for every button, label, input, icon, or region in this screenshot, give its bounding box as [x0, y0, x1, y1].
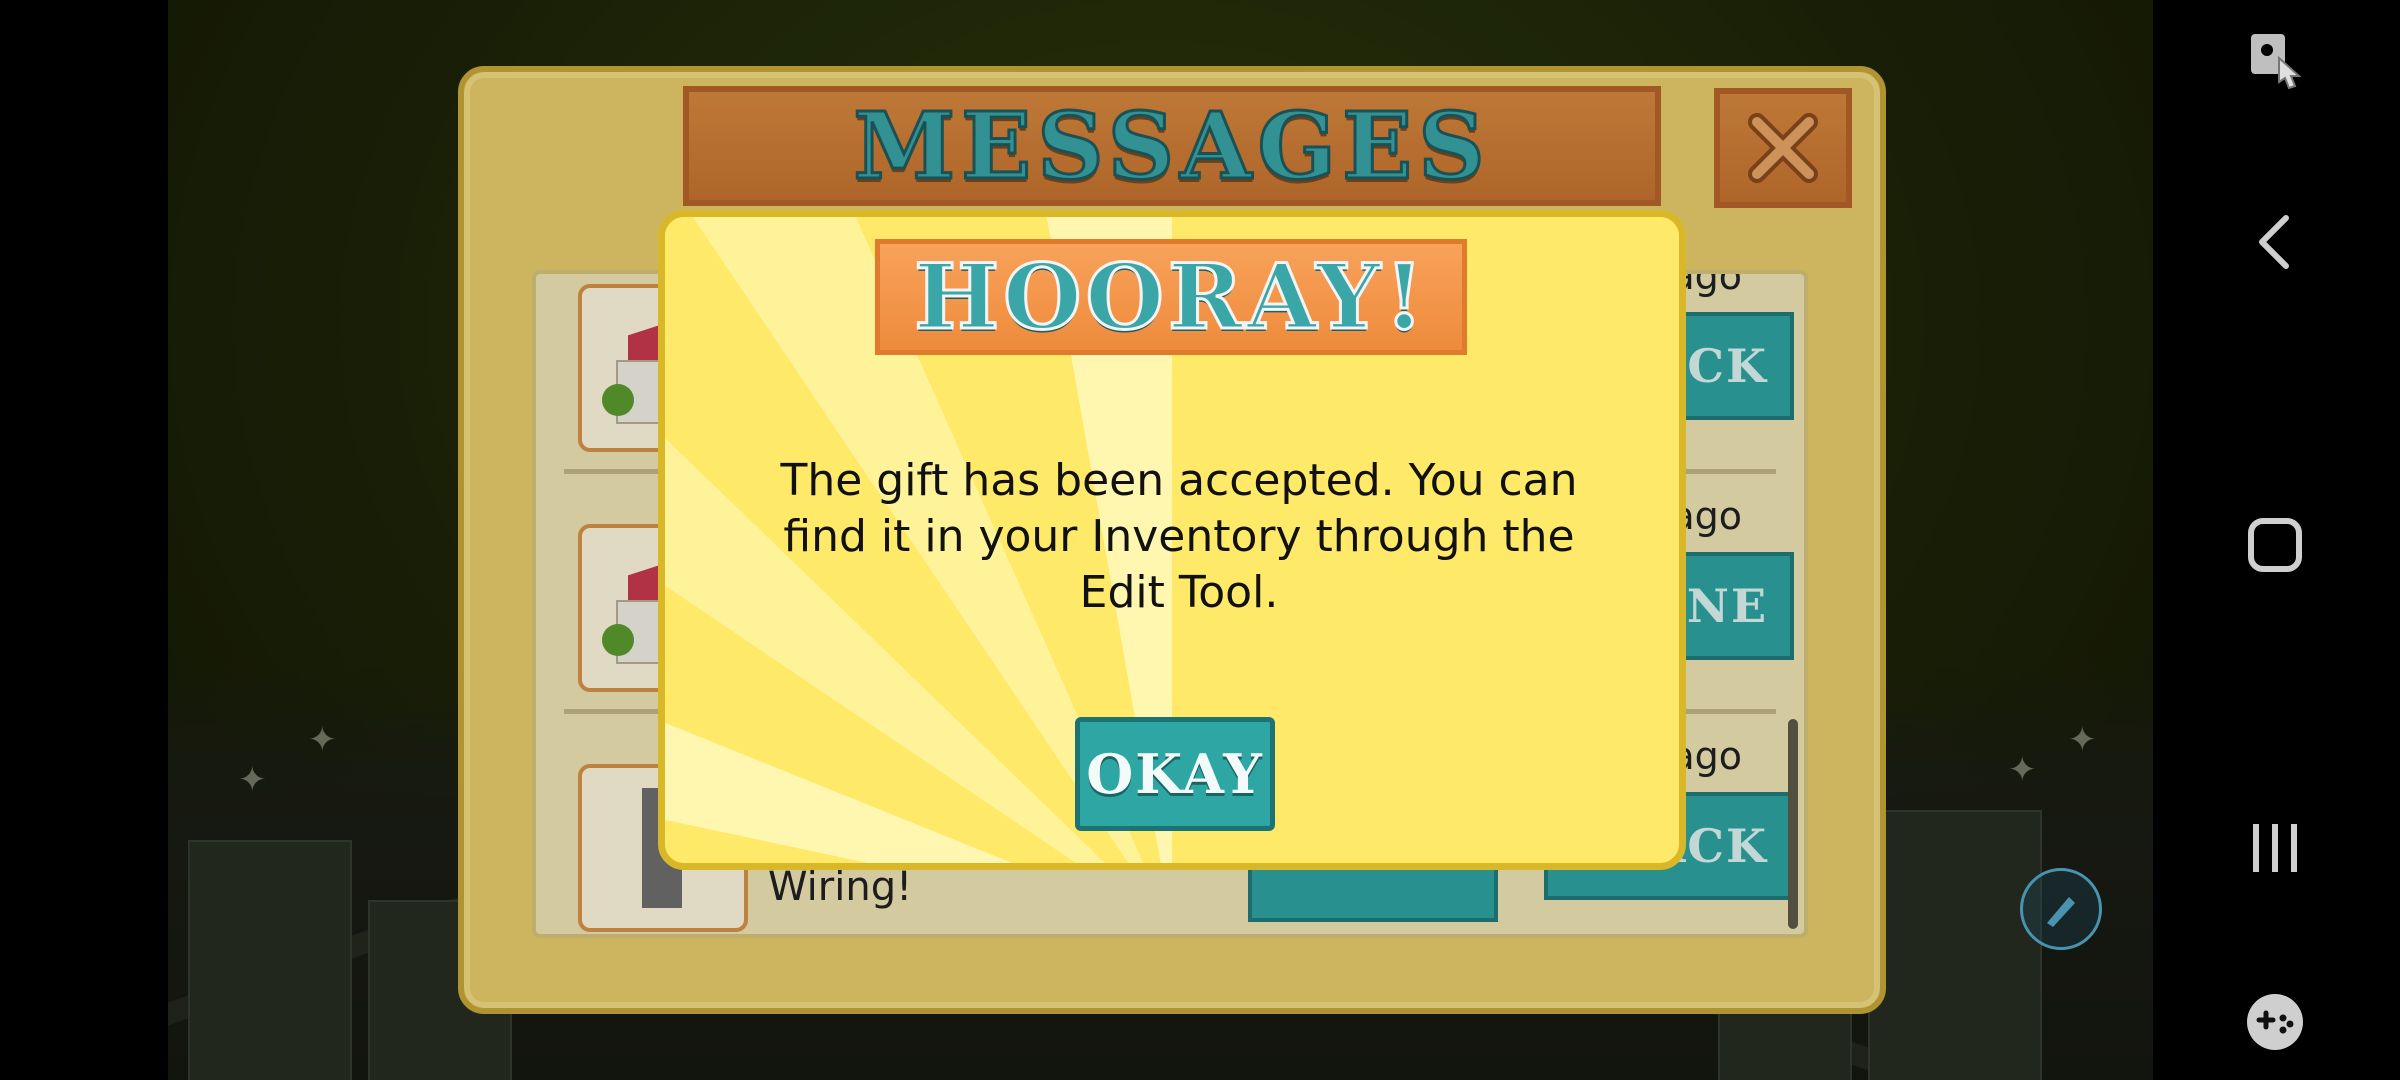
edit-tool-icon[interactable]	[2020, 868, 2102, 950]
hooray-title-plate: HOORAY!	[875, 239, 1467, 355]
recents-icon[interactable]	[2235, 808, 2315, 888]
dialog-title: HOORAY!	[913, 243, 1428, 352]
okay-button[interactable]: OKAY	[1075, 717, 1275, 831]
hooray-dialog: HOORAY! The gift has been accepted. You …	[658, 210, 1686, 870]
navigation-bar	[2153, 0, 2400, 1080]
back-icon[interactable]	[2235, 202, 2315, 282]
dialog-message: The gift has been accepted. You can find…	[780, 455, 1578, 618]
screen-tap-icon[interactable]	[2235, 20, 2315, 100]
home-icon[interactable]	[2235, 505, 2315, 585]
game-controller-icon[interactable]	[2235, 982, 2315, 1062]
